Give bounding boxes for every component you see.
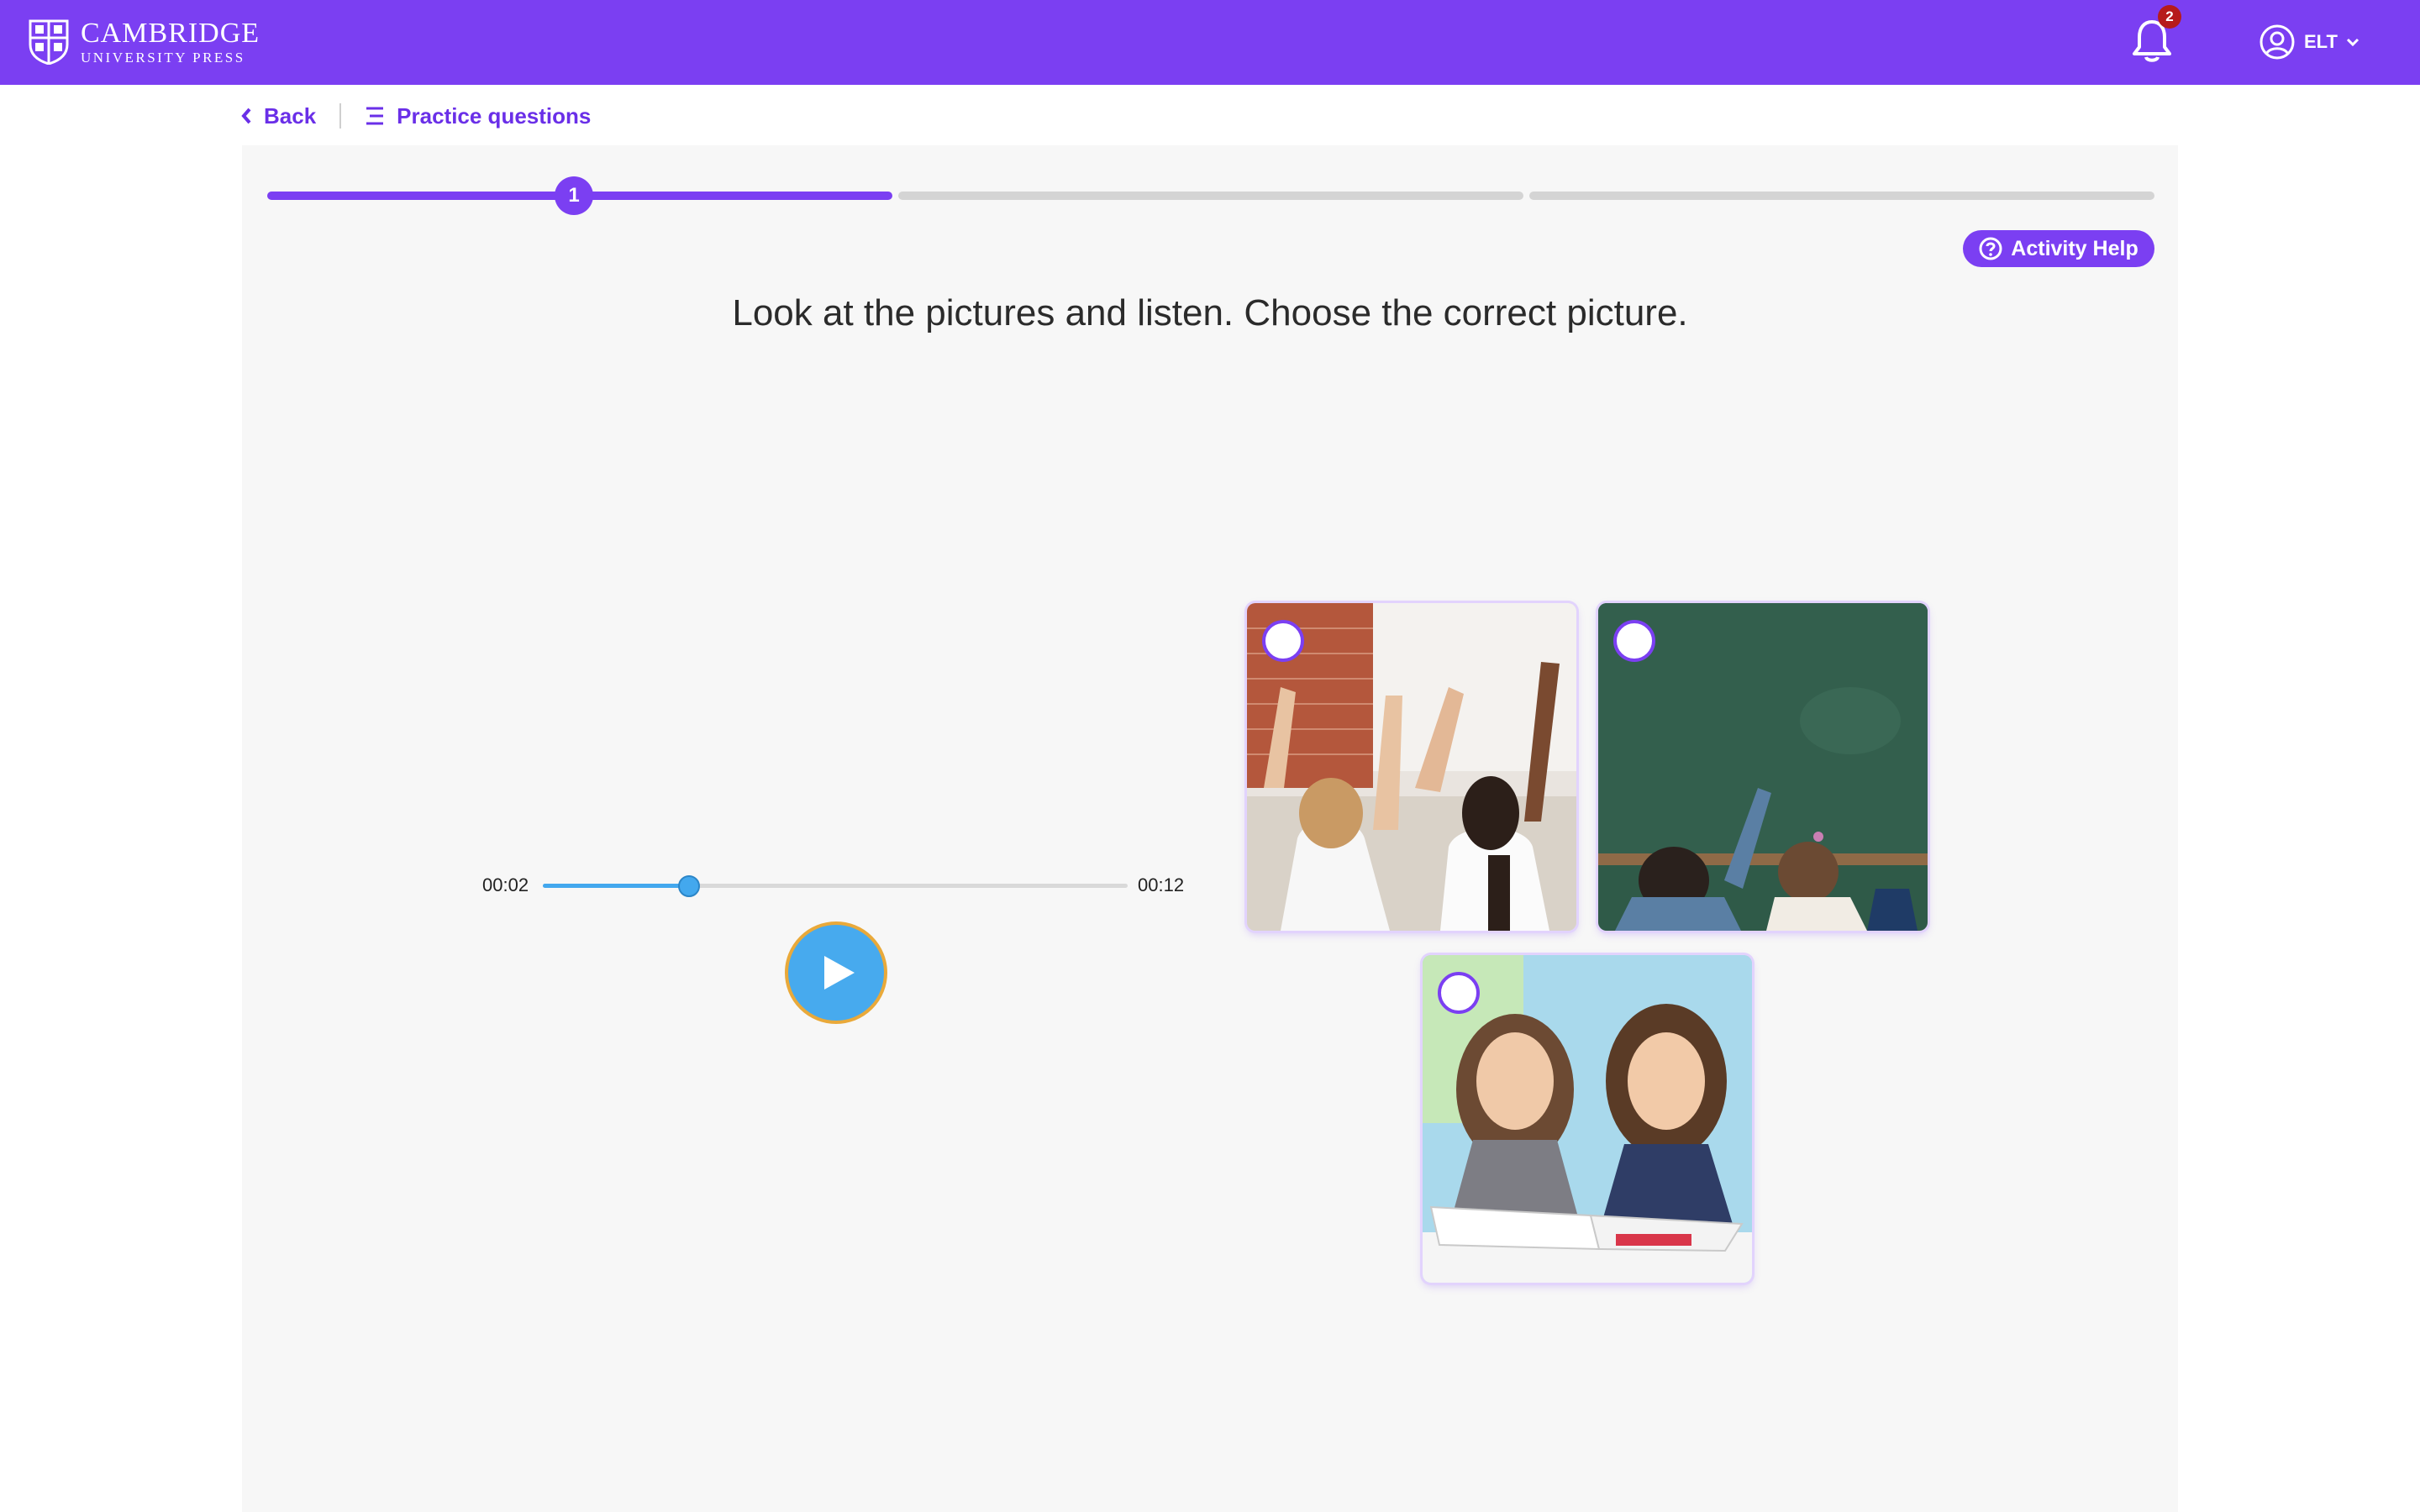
brand-name: Cambridge [81,18,260,49]
activity-instruction: Look at the pictures and listen. Choose … [732,292,1688,333]
top-bar: Cambridge University Press 2 ELT [0,0,2420,85]
current-step-indicator: 1 [555,176,593,215]
user-menu[interactable]: ELT [2259,22,2360,62]
audio-current-time: 00:02 [482,874,529,895]
option-3-radio[interactable] [1438,972,1480,1014]
sub-navigation: Back Practice questions [240,99,591,133]
picture-option-1[interactable] [1247,603,1576,931]
question-circle-icon [1979,237,2002,260]
notification-badge: 2 [2158,5,2181,29]
brand-subtitle: University Press [81,50,245,66]
chevron-down-icon [2346,38,2359,47]
activity-help-button[interactable]: Activity Help [1963,230,2154,267]
picture-option-3[interactable] [1423,955,1752,1283]
audio-seek-bar[interactable] [543,875,1128,897]
practice-questions-link[interactable]: Practice questions [365,103,591,129]
play-icon [824,956,855,990]
chevron-left-icon [241,108,251,124]
audio-seek-fill [543,884,689,888]
user-avatar-icon [2260,24,2295,60]
picture-option-2[interactable] [1598,603,1928,931]
audio-seek-thumb[interactable] [678,875,700,897]
activity-panel: 1 Activity Help Look at the pictures and… [242,145,2178,1512]
audio-total-time: 00:12 [1138,874,1185,895]
shield-crest-icon [29,19,69,65]
user-menu-label: ELT [2304,31,2338,52]
progress-segment-3 [1529,192,2154,200]
cambridge-logo[interactable]: Cambridge University Press [29,18,260,66]
back-label: Back [264,102,317,129]
back-link[interactable]: Back [240,103,316,129]
activity-help-label: Activity Help [2011,236,2139,260]
step-progress-bar: 1 [267,176,2154,215]
play-button[interactable] [785,921,887,1024]
option-2-radio[interactable] [1613,620,1655,662]
option-1-radio[interactable] [1262,620,1304,662]
progress-segment-2 [898,192,1523,200]
nav-divider [339,103,342,129]
list-icon [366,107,384,125]
practice-questions-label: Practice questions [397,102,592,129]
